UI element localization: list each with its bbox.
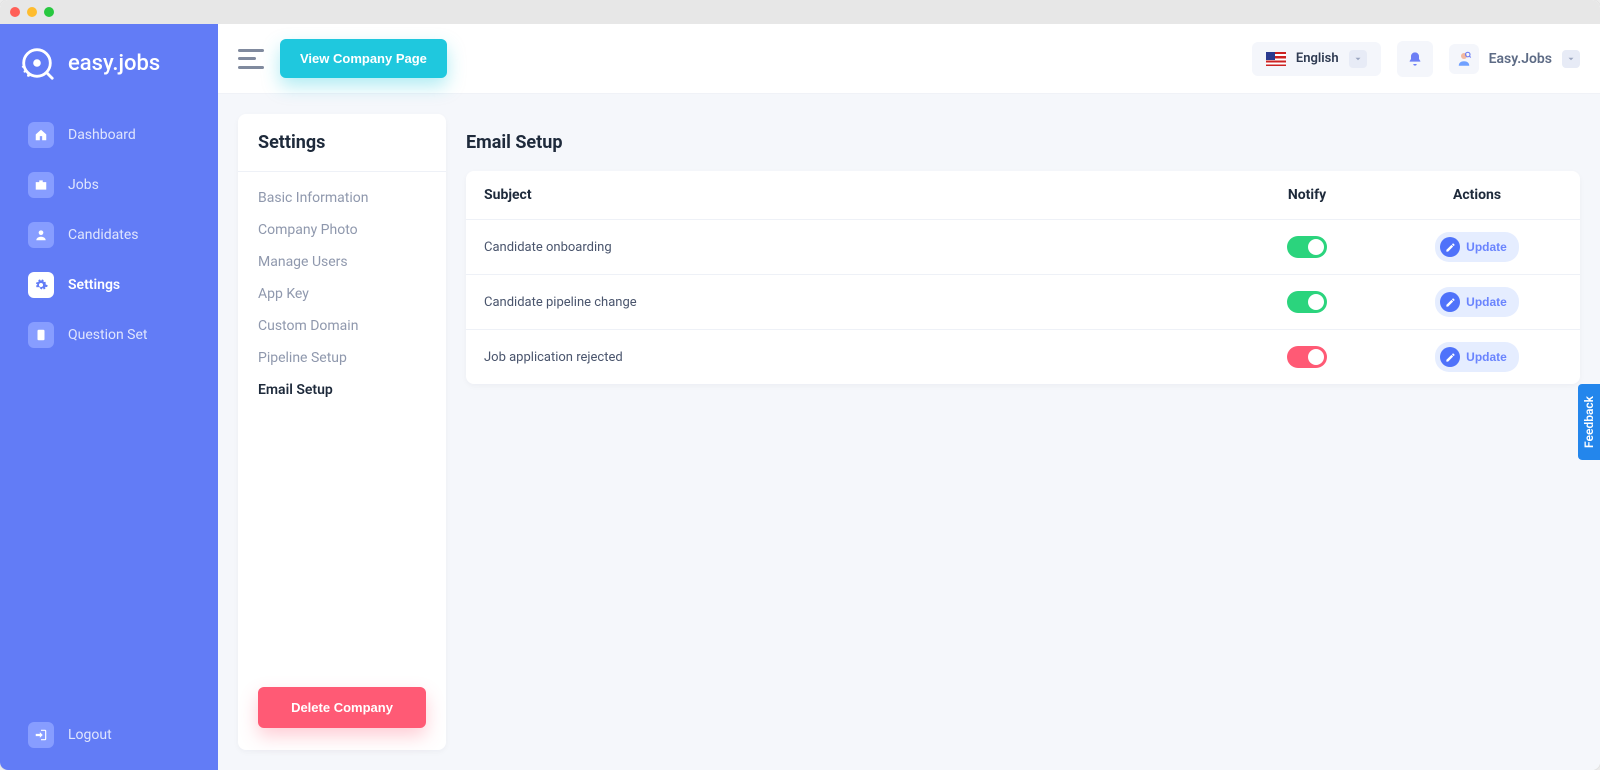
view-company-button[interactable]: View Company Page [280, 39, 447, 78]
avatar-icon [1449, 44, 1479, 74]
user-menu[interactable]: Easy.Jobs [1449, 44, 1580, 74]
sidebar: easy.jobs Dashboard Jobs Candidates Se [0, 24, 218, 770]
update-button[interactable]: Update [1435, 232, 1519, 262]
cell-notify [1222, 291, 1392, 313]
cell-actions: Update [1392, 287, 1562, 317]
home-icon [28, 122, 54, 148]
settings-subnav-list: Basic Information Company Photo Manage U… [238, 172, 446, 669]
chevron-down-icon [1349, 50, 1367, 68]
column-subject: Subject [484, 187, 1222, 203]
sidebar-item-settings[interactable]: Settings [14, 262, 204, 308]
sidebar-item-label: Candidates [68, 227, 139, 243]
clipboard-icon [28, 322, 54, 348]
notifications-button[interactable] [1397, 41, 1433, 77]
pencil-icon [1440, 292, 1460, 312]
window-titlebar [0, 0, 1600, 24]
window-close-icon[interactable] [10, 7, 20, 17]
email-setup-table: Subject Notify Actions Candidate onboard… [466, 171, 1580, 384]
topbar: View Company Page English Easy.Jobs [218, 24, 1600, 94]
cell-notify [1222, 346, 1392, 368]
update-button[interactable]: Update [1435, 342, 1519, 372]
settings-item-manage-users[interactable]: Manage Users [258, 254, 426, 270]
pencil-icon [1440, 347, 1460, 367]
cell-subject: Candidate pipeline change [484, 295, 1222, 310]
column-notify: Notify [1222, 187, 1392, 203]
table-header: Subject Notify Actions [466, 171, 1580, 220]
window-maximize-icon[interactable] [44, 7, 54, 17]
cell-subject: Job application rejected [484, 350, 1222, 365]
pencil-icon [1440, 237, 1460, 257]
main-nav: Dashboard Jobs Candidates Settings Quest… [0, 112, 218, 358]
window-minimize-icon[interactable] [27, 7, 37, 17]
flag-us-icon [1266, 52, 1286, 66]
cell-notify [1222, 236, 1392, 258]
cell-actions: Update [1392, 342, 1562, 372]
notify-toggle[interactable] [1287, 291, 1327, 313]
table-row: Candidate pipeline change Update [466, 274, 1580, 329]
notify-toggle[interactable] [1287, 346, 1327, 368]
logout-button[interactable]: Logout [0, 722, 218, 770]
update-button[interactable]: Update [1435, 287, 1519, 317]
sidebar-item-jobs[interactable]: Jobs [14, 162, 204, 208]
page-title: Email Setup [466, 114, 1580, 171]
sidebar-item-question-set[interactable]: Question Set [14, 312, 204, 358]
briefcase-icon [28, 172, 54, 198]
logout-label: Logout [68, 727, 112, 743]
gear-icon [28, 272, 54, 298]
main-area: View Company Page English Easy.Jobs [218, 24, 1600, 770]
brand-logo[interactable]: easy.jobs [0, 24, 218, 112]
sidebar-item-dashboard[interactable]: Dashboard [14, 112, 204, 158]
settings-item-company-photo[interactable]: Company Photo [258, 222, 426, 238]
menu-toggle-icon[interactable] [238, 49, 264, 69]
email-setup-panel: Email Setup Subject Notify Actions Candi… [466, 114, 1580, 750]
settings-panel-title: Settings [238, 114, 446, 172]
bell-icon [1407, 51, 1423, 67]
sidebar-item-label: Jobs [68, 177, 99, 193]
language-label: English [1296, 51, 1339, 66]
settings-item-pipeline-setup[interactable]: Pipeline Setup [258, 350, 426, 366]
settings-subnav-panel: Settings Basic Information Company Photo… [238, 114, 446, 750]
update-label: Update [1466, 295, 1507, 309]
cell-actions: Update [1392, 232, 1562, 262]
settings-item-email-setup[interactable]: Email Setup [258, 382, 426, 398]
table-row: Candidate onboarding Update [466, 220, 1580, 274]
logout-icon [28, 722, 54, 748]
update-label: Update [1466, 240, 1507, 254]
update-label: Update [1466, 350, 1507, 364]
sidebar-item-label: Settings [68, 277, 120, 293]
user-icon [28, 222, 54, 248]
settings-item-custom-domain[interactable]: Custom Domain [258, 318, 426, 334]
column-actions: Actions [1392, 187, 1562, 203]
chevron-down-icon [1562, 50, 1580, 68]
sidebar-item-label: Dashboard [68, 127, 136, 143]
sidebar-item-label: Question Set [68, 327, 148, 343]
settings-item-app-key[interactable]: App Key [258, 286, 426, 302]
sidebar-item-candidates[interactable]: Candidates [14, 212, 204, 258]
feedback-tab[interactable]: Feedback [1578, 384, 1600, 460]
delete-company-button[interactable]: Delete Company [258, 687, 426, 728]
brand-mark-icon [18, 44, 56, 82]
language-selector[interactable]: English [1252, 42, 1381, 76]
cell-subject: Candidate onboarding [484, 240, 1222, 255]
brand-name: easy.jobs [68, 51, 160, 76]
user-name-label: Easy.Jobs [1489, 51, 1552, 67]
table-row: Job application rejected Update [466, 329, 1580, 384]
notify-toggle[interactable] [1287, 236, 1327, 258]
settings-item-basic-information[interactable]: Basic Information [258, 190, 426, 206]
